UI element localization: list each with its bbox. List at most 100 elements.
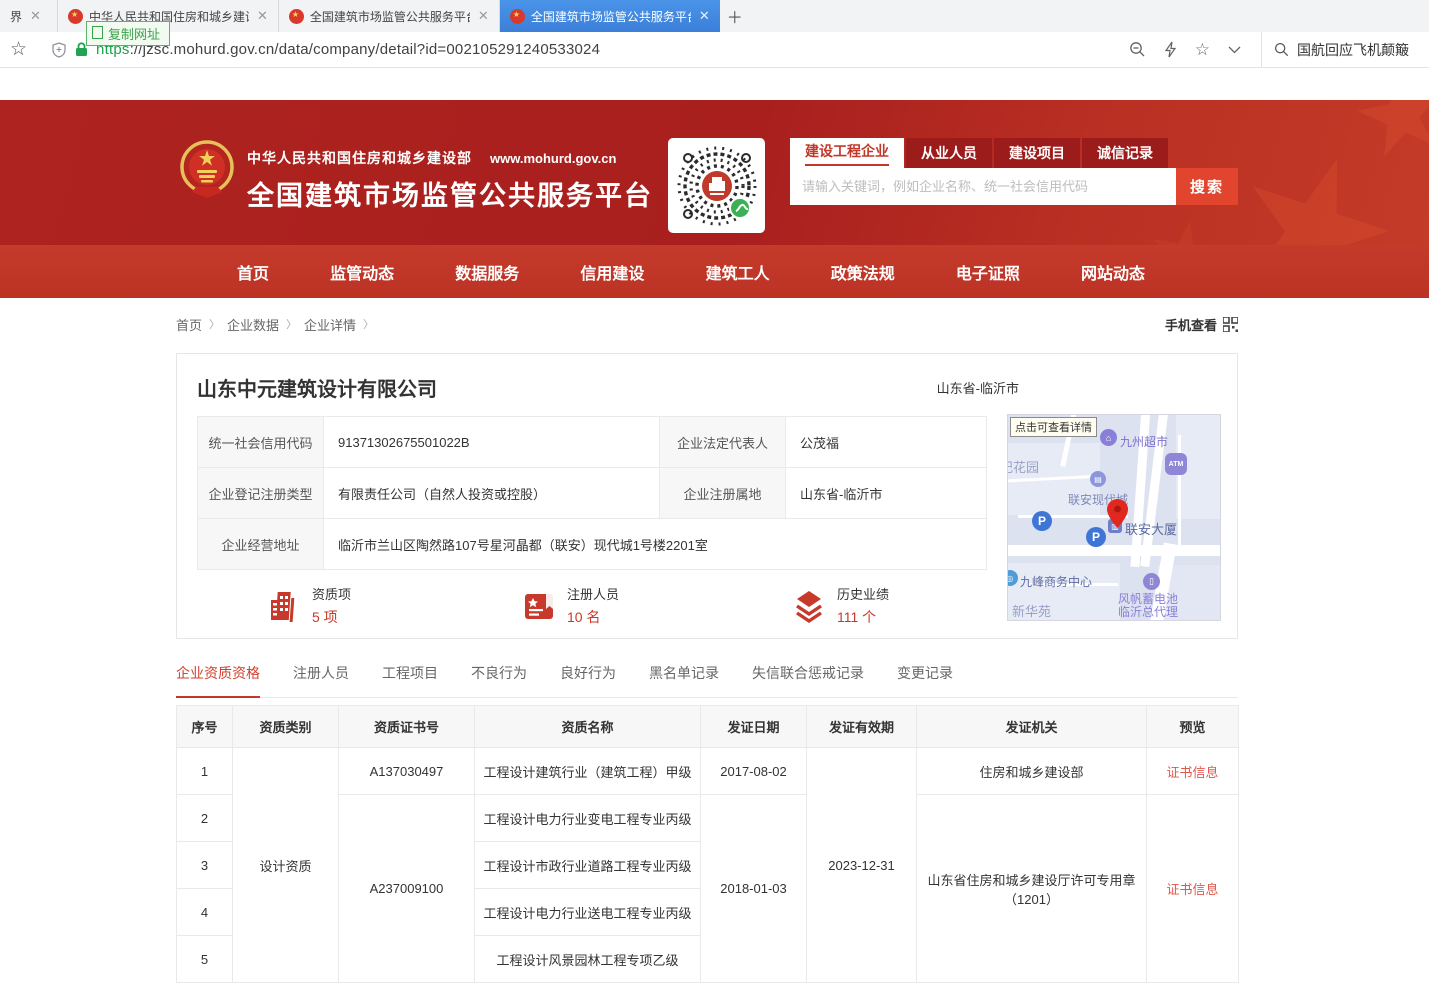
company-name: 山东中元建筑设计有限公司: [197, 373, 437, 402]
company-region: 山东省-临沂市: [937, 378, 1019, 397]
company-info-table: 统一社会信用代码 91371302675501022B 企业法定代表人 公茂福 …: [197, 416, 987, 570]
stat-value: 5 项: [312, 607, 351, 627]
address-bar[interactable]: https://jzsc.mohurd.gov.cn/data/company/…: [41, 36, 1129, 64]
search-tab-project[interactable]: 建设项目: [994, 138, 1080, 168]
qr-code: [668, 138, 765, 233]
stat-label: 注册人员: [567, 584, 619, 603]
map-label-battery: 风帆蓄电池临沂总代理: [1118, 593, 1178, 619]
qualification-category: 设计资质: [233, 748, 339, 983]
parking-icon: P: [1086, 527, 1106, 547]
tab-label: 界: [10, 8, 22, 25]
map-label-garden: 纪花园: [1007, 457, 1039, 476]
nav-item-certificates[interactable]: 电子证照: [956, 260, 1020, 284]
search-tab-credit[interactable]: 诚信记录: [1082, 138, 1168, 168]
search-tab-personnel[interactable]: 从业人员: [906, 138, 992, 168]
nav-item-workers[interactable]: 建筑工人: [706, 260, 770, 284]
national-emblem-icon: [180, 140, 234, 200]
layers-icon: [791, 588, 827, 624]
stat-historical-performance[interactable]: 历史业绩 111 个: [791, 584, 889, 627]
tab-registered-personnel[interactable]: 注册人员: [293, 663, 349, 697]
tab-close-icon[interactable]: ✕: [30, 8, 41, 24]
issue-date: 2018-01-03: [701, 795, 807, 983]
bookmark-star-icon[interactable]: ☆: [10, 38, 27, 61]
nav-item-home[interactable]: 首页: [237, 260, 269, 284]
header-search: 建设工程企业 从业人员 建设项目 诚信记录 搜索: [790, 138, 1238, 205]
building-icon: [266, 588, 302, 624]
favorite-star-icon[interactable]: ☆: [1195, 40, 1210, 60]
nav-item-supervision[interactable]: 监管动态: [330, 260, 394, 284]
tab-good-behavior[interactable]: 良好行为: [560, 663, 616, 697]
stat-label: 历史业绩: [837, 584, 889, 603]
stat-qualifications[interactable]: 资质项 5 项: [266, 584, 351, 627]
row-no: 3: [177, 842, 233, 889]
location-map[interactable]: 点击可查看详情 ⌂ 九州超市 ATM 纪花园 ▤ 联安现代城 ▥ 联安大厦 P …: [1007, 414, 1221, 621]
row-no: 2: [177, 795, 233, 842]
nav-item-data-service[interactable]: 数据服务: [455, 260, 519, 284]
tab-close-icon[interactable]: ✕: [257, 8, 268, 24]
tab-change-records[interactable]: 变更记录: [897, 663, 953, 697]
issue-date: 2017-08-02: [701, 748, 807, 795]
browser-tab-2[interactable]: 全国建筑市场监管公共服务平台 ✕: [279, 0, 500, 32]
issuing-authority: 山东省住房和城乡建设厅许可专用章（1201）: [917, 795, 1147, 983]
breadcrumb-enterprise-data[interactable]: 企业数据: [227, 315, 279, 334]
emblem-favicon-icon: [289, 9, 304, 24]
chevron-down-icon[interactable]: [1228, 46, 1241, 54]
building-pin-icon: ▤: [1090, 471, 1106, 487]
stat-value: 10 名: [567, 607, 619, 627]
certificate-info-link[interactable]: 证书信息: [1166, 765, 1218, 780]
nav-item-site-news[interactable]: 网站动态: [1081, 260, 1145, 284]
hot-search-text: 国航回应飞机颠簸: [1297, 40, 1409, 60]
field-label: 企业经营地址: [198, 519, 324, 570]
breadcrumb-detail[interactable]: 企业详情: [304, 315, 356, 334]
tab-close-icon[interactable]: ✕: [478, 8, 489, 24]
tab-close-icon[interactable]: ✕: [699, 8, 710, 24]
row-no: 4: [177, 889, 233, 936]
credit-code-value: 91371302675501022B: [324, 417, 660, 468]
stat-value: 111 个: [837, 607, 889, 627]
nav-item-credit[interactable]: 信用建设: [580, 260, 644, 284]
breadcrumb-home[interactable]: 首页: [176, 315, 202, 334]
field-label: 企业法定代表人: [660, 417, 786, 468]
legal-rep-value: 公茂福: [786, 417, 987, 468]
certificate-card-icon: [521, 588, 557, 624]
search-tab-enterprise[interactable]: 建设工程企业: [790, 138, 904, 168]
main-navigation: 首页 监管动态 数据服务 信用建设 建筑工人 政策法规 电子证照 网站动态: [0, 245, 1429, 298]
new-tab-button[interactable]: ＋: [720, 0, 750, 32]
browser-tab-0[interactable]: 界 ✕: [0, 0, 58, 32]
certificate-info-link[interactable]: 证书信息: [1166, 882, 1218, 897]
browser-tab-active[interactable]: 全国建筑市场监管公共服务平台 ✕: [500, 0, 720, 32]
qr-icon: [1223, 317, 1238, 332]
zoom-out-icon[interactable]: [1129, 41, 1146, 58]
tab-qualifications[interactable]: 企业资质资格: [176, 663, 260, 698]
platform-title: 全国建筑市场监管公共服务平台: [247, 174, 653, 213]
nav-item-policy[interactable]: 政策法规: [831, 260, 895, 284]
validity-date: 2023-12-31: [807, 748, 917, 983]
detail-tabs: 企业资质资格 注册人员 工程项目 不良行为 良好行为 黑名单记录 失信联合惩戒记…: [176, 663, 1238, 698]
company-location-marker[interactable]: [1107, 499, 1128, 528]
url-text: https://jzsc.mohurd.gov.cn/data/company/…: [96, 41, 600, 58]
qualification-name: 工程设计风景园林工程专项乙级: [475, 936, 701, 983]
map-label-xinhua: 新华苑: [1012, 601, 1051, 620]
tab-projects[interactable]: 工程项目: [382, 663, 438, 697]
keyword-search-input[interactable]: [790, 168, 1176, 205]
flag-star-decoration: [1143, 214, 1224, 245]
certificate-no: A237009100: [339, 795, 475, 983]
row-no: 5: [177, 936, 233, 983]
shield-icon[interactable]: [51, 42, 67, 58]
tab-bad-behavior[interactable]: 不良行为: [471, 663, 527, 697]
mobile-view-link[interactable]: 手机查看: [1165, 315, 1238, 334]
flash-icon[interactable]: [1164, 41, 1177, 58]
tab-blacklist[interactable]: 黑名单记录: [649, 663, 719, 697]
site-brand: 中华人民共和国住房和城乡建设部www.mohurd.gov.cn 全国建筑市场监…: [180, 140, 653, 213]
qualification-name: 工程设计电力行业送电工程专业丙级: [475, 889, 701, 936]
reg-type-value: 有限责任公司（自然人投资或控股）: [324, 468, 660, 519]
breadcrumb: 首页〉 企业数据〉 企业详情〉: [176, 315, 374, 334]
qualification-name: 工程设计建筑行业（建筑工程）甲级: [475, 748, 701, 795]
search-button[interactable]: 搜索: [1176, 168, 1238, 205]
stat-registered-personnel[interactable]: 注册人员 10 名: [521, 584, 619, 627]
tab-dishonesty-records[interactable]: 失信联合惩戒记录: [752, 663, 864, 697]
qualification-table: 序号 资质类别 资质证书号 资质名称 发证日期 发证有效期 发证机关 预览 1 …: [176, 705, 1239, 983]
copy-url-tooltip: 复制网址: [86, 21, 170, 46]
field-label: 企业登记注册类型: [198, 468, 324, 519]
hot-search-box[interactable]: 国航回应飞机颠簸: [1261, 32, 1429, 68]
